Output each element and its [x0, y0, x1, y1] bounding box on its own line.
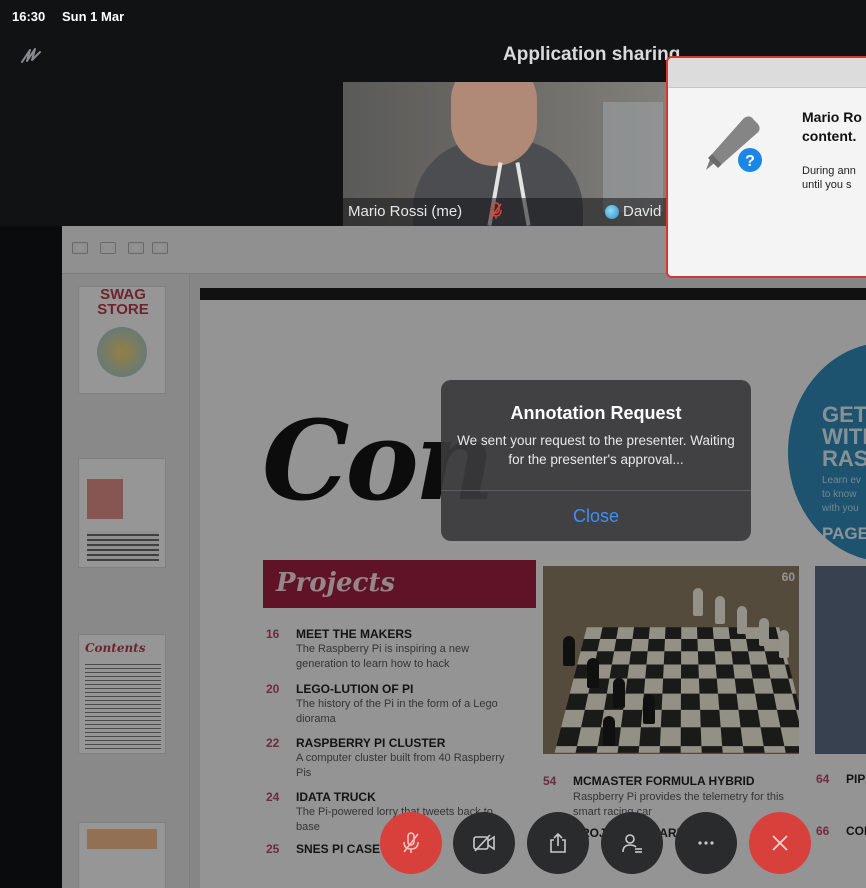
share-upload-icon [550, 832, 566, 853]
dialog-titlebar [668, 58, 866, 88]
dialog-heading: Mario Ro content. [802, 108, 862, 146]
dialog-heading-line: Mario Ro [802, 109, 862, 125]
video-shelf [603, 102, 663, 212]
dialog-text-line: During ann [802, 165, 856, 177]
share-button[interactable] [527, 812, 589, 874]
dialog-text-line: until you s [802, 179, 852, 191]
mic-muted-icon [403, 832, 419, 853]
more-options-button[interactable] [675, 812, 737, 874]
screen: 16:30 Sun 1 Mar Application sharing Mari… [0, 0, 866, 888]
annotation-request-alert: Annotation Request We sent your request … [441, 380, 751, 541]
video-off-icon [473, 834, 495, 852]
mute-mic-button[interactable] [380, 812, 442, 874]
alert-title: Annotation Request [510, 403, 682, 423]
video-person-head [451, 82, 537, 166]
highlighter-question-icon: ? [698, 108, 768, 178]
modal-dim-overlay [0, 226, 866, 888]
mic-muted-icon [489, 202, 503, 220]
dialog-text: During ann until you s [802, 164, 856, 192]
alert-message: We sent your request to the presenter. W… [457, 433, 735, 467]
alert-close-button[interactable]: Close [441, 491, 751, 541]
svg-text:?: ? [745, 153, 755, 170]
self-name-label: Mario Rossi (me) [348, 203, 463, 220]
status-bar: 16:30 Sun 1 Mar [0, 0, 866, 30]
status-date: Sun 1 Mar [62, 9, 125, 24]
participants-button[interactable] [601, 812, 663, 874]
other-participant-avatar [605, 205, 619, 219]
participants-icon [622, 834, 642, 853]
close-icon [772, 835, 788, 851]
dialog-heading-line: content. [802, 128, 857, 144]
more-icon [698, 841, 714, 845]
other-participant-name: David [623, 203, 662, 220]
annotate-pen-icon[interactable] [18, 42, 48, 72]
video-toggle-button[interactable] [453, 812, 515, 874]
status-time: 16:30 [12, 9, 46, 24]
end-call-button[interactable] [749, 812, 811, 874]
presenter-prompt-dialog: ? Mario Ro content. During ann until you… [666, 56, 866, 278]
page-title-text: Application sharing [503, 44, 681, 65]
